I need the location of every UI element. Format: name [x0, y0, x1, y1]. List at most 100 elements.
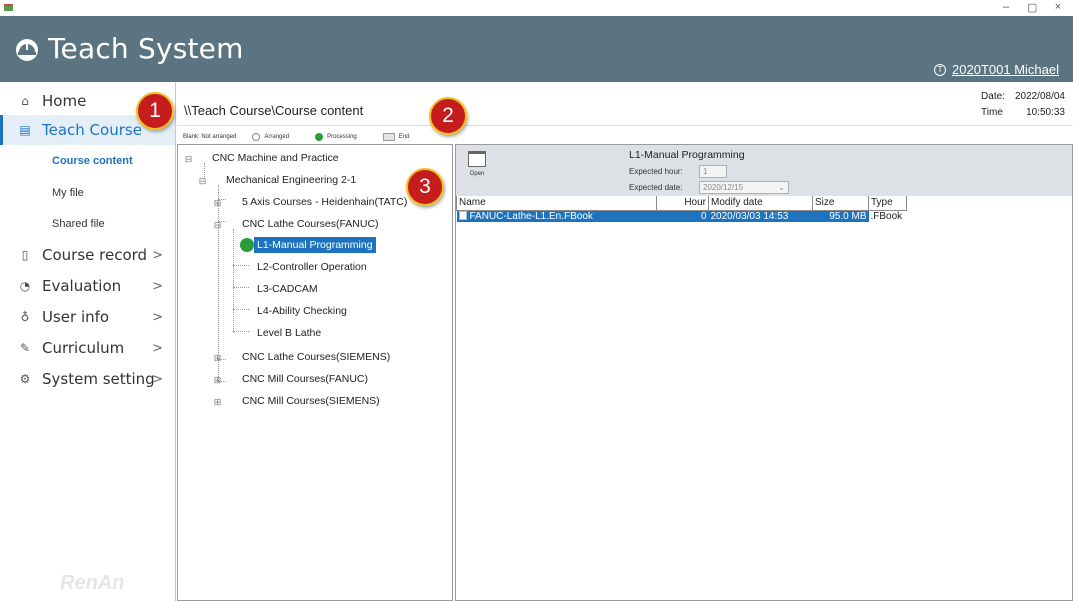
tree-node-course[interactable]: CNC Mill Courses(FANUC) — [242, 371, 368, 387]
sidebar-item-label: Teach Course — [42, 121, 142, 139]
brand-watermark: RenAn — [60, 572, 125, 594]
tree-node-lesson[interactable]: L2-Controller Operation — [257, 259, 367, 275]
tree-node-lesson[interactable]: L3-CADCAM — [257, 281, 318, 297]
open-button[interactable]: Open — [465, 151, 489, 187]
sidebar-subitem-my-file[interactable]: My file — [52, 187, 84, 199]
processing-status-dot — [240, 238, 254, 252]
expected-hour-label: Expected hour: — [629, 167, 683, 176]
app-title: Teach System — [48, 32, 244, 65]
tree-node-course[interactable]: CNC Lathe Courses(FANUC) — [242, 216, 379, 232]
time-label: Time — [981, 107, 1003, 118]
breadcrumb: \\Teach Course\Course content — [184, 103, 364, 118]
main-content: \\Teach Course\Course content Date: 2022/… — [177, 82, 1073, 601]
time-value: 10:50:33 — [1026, 107, 1065, 118]
table-row[interactable]: FANUC-Lathe-L1.En.FBook 0 2020/03/03 14:… — [456, 210, 907, 222]
file-size: 95.0 MB — [812, 210, 869, 222]
tree-node-root[interactable]: CNC Machine and Practice — [212, 150, 339, 166]
sidebar-item-label: Evaluation — [42, 277, 122, 295]
tree-node-group[interactable]: Mechanical Engineering 2-1 — [226, 172, 356, 188]
book-icon: ▤ — [19, 123, 31, 137]
sidebar-item-label: Home — [42, 92, 87, 110]
open-label: Open — [469, 171, 485, 177]
sidebar-item-user-info[interactable]: ♁ User info > — [0, 302, 175, 332]
processing-dot-icon — [315, 133, 324, 141]
sidebar-item-label: User info — [42, 308, 110, 326]
expected-date-row: Expected date: 2020/12/15 ⌄ — [629, 181, 789, 194]
expand-icon[interactable]: ⊞ — [213, 354, 222, 363]
home-icon: ⌂ — [21, 94, 29, 108]
expected-date-picker[interactable]: 2020/12/15 ⌄ — [699, 181, 789, 194]
expected-date-value: 2020/12/15 — [703, 183, 744, 192]
settings-icon: ⚙ — [19, 372, 31, 386]
pencil-icon: ✎ — [19, 341, 31, 355]
collapse-icon[interactable]: ⊟ — [198, 177, 207, 186]
sidebar-item-system-setting[interactable]: ⚙ System setting > — [0, 364, 175, 394]
expand-icon[interactable]: ⊞ — [213, 398, 222, 407]
end-box-icon — [382, 133, 395, 141]
file-name-cell: FANUC-Lathe-L1.En.FBook — [456, 210, 657, 222]
course-tree: ⊟ CNC Machine and Practice ⊟ Mechanical … — [177, 144, 453, 601]
callout-badge-2: 2 — [429, 97, 467, 135]
expand-icon[interactable]: ⊞ — [213, 199, 222, 208]
legend-end: End — [398, 134, 410, 140]
sidebar-subitem-shared-file[interactable]: Shared file — [52, 218, 105, 230]
column-header-type[interactable]: Type — [868, 196, 907, 211]
close-button[interactable]: × — [1053, 1, 1063, 14]
column-header-hour[interactable]: Hour — [656, 196, 709, 211]
expected-hour-field[interactable]: 1 — [699, 165, 727, 178]
app-window-icon — [4, 4, 13, 11]
column-header-size[interactable]: Size — [812, 196, 869, 211]
user-account[interactable]: T 2020T001 Michael — [934, 62, 1059, 77]
chevron-right-icon: > — [152, 371, 163, 387]
sidebar-subitem-course-content[interactable]: Course content — [52, 155, 133, 167]
sidebar-item-curriculum[interactable]: ✎ Curriculum > — [0, 333, 175, 363]
tree-node-course[interactable]: CNC Mill Courses(SIEMENS) — [242, 393, 380, 409]
sidebar-item-label: Curriculum — [42, 339, 125, 357]
date-value: 2022/08/04 — [1014, 91, 1065, 102]
callout-badge-1: 1 — [136, 92, 174, 130]
lesson-title: L1-Manual Programming — [629, 149, 745, 161]
status-legend: Blank: Not arranged Arranged Processing … — [183, 132, 409, 142]
user-badge-icon: T — [934, 63, 947, 76]
file-icon — [458, 210, 467, 220]
arranged-circle-icon — [252, 133, 261, 141]
chevron-right-icon: > — [152, 247, 163, 263]
evaluation-icon: ◔ — [19, 279, 31, 293]
file-name: FANUC-Lathe-L1.En.FBook — [469, 210, 593, 222]
restore-button[interactable]: ▢ — [1027, 1, 1037, 14]
chevron-right-icon: > — [152, 309, 163, 325]
legend-arranged: Arranged — [264, 134, 290, 140]
callout-badge-3: 3 — [406, 168, 444, 206]
sidebar-item-course-record[interactable]: ▯ Course record > — [0, 240, 175, 270]
column-header-name[interactable]: Name — [456, 196, 657, 211]
tree-node-lesson-selected[interactable]: L1-Manual Programming — [254, 237, 376, 253]
record-icon: ▯ — [21, 248, 29, 262]
user-name-link[interactable]: 2020T001 Michael — [952, 62, 1059, 77]
tree-node-course[interactable]: CNC Lathe Courses(SIEMENS) — [242, 349, 390, 365]
column-header-modify-date[interactable]: Modify date — [708, 196, 813, 211]
user-icon: ♁ — [20, 310, 30, 324]
legend-processing: Processing — [327, 134, 357, 140]
sidebar-item-label: Course record — [42, 246, 148, 264]
expected-date-label: Expected date: — [629, 183, 683, 192]
expected-hour-row: Expected hour: 1 — [629, 165, 727, 178]
tree-node-lesson[interactable]: Level B Lathe — [257, 325, 321, 341]
sidebar-item-evaluation[interactable]: ◔ Evaluation > — [0, 271, 175, 301]
expand-icon[interactable]: ⊞ — [213, 376, 222, 385]
app-header: Teach System T 2020T001 Michael — [0, 16, 1073, 82]
minimize-button[interactable]: – — [1001, 1, 1011, 14]
file-modify-date: 2020/03/03 14:53 — [708, 210, 813, 222]
chevron-right-icon: > — [152, 340, 163, 356]
tree-node-course[interactable]: 5 Axis Courses - Heidenhain(TATC) — [242, 194, 407, 210]
sidebar-item-label: System setting — [42, 370, 155, 388]
legend-blank: Blank: Not arranged — [183, 134, 237, 140]
tree-node-lesson[interactable]: L4-Ability Checking — [257, 303, 347, 319]
path-bar: \\Teach Course\Course content Date: 2022/… — [177, 82, 1073, 126]
collapse-icon[interactable]: ⊟ — [184, 155, 193, 164]
date-label: Date: — [981, 91, 1005, 102]
chevron-down-icon: ⌄ — [778, 183, 785, 192]
lesson-info-strip: Open L1-Manual Programming Expected hour… — [456, 145, 1072, 196]
file-table: Name Hour Modify date Size Type FANUC-La… — [456, 196, 907, 222]
sidebar: ⌂ Home ▤ Teach Course Course content My … — [0, 82, 176, 601]
collapse-icon[interactable]: ⊟ — [213, 221, 222, 230]
